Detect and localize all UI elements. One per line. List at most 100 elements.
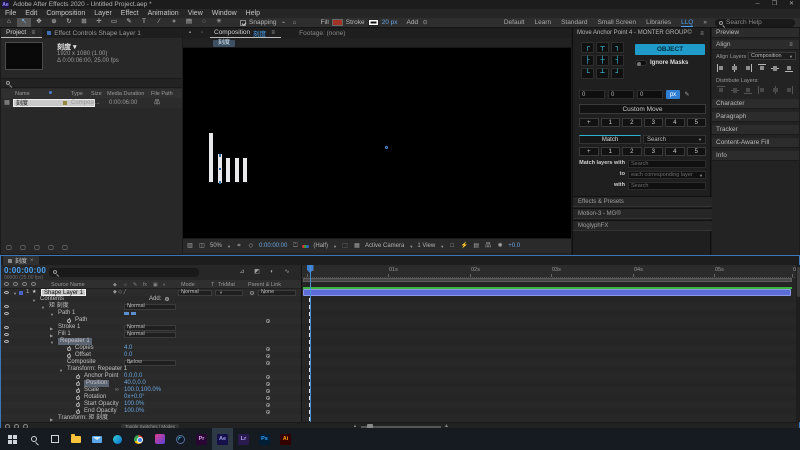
tab-footage[interactable]: Footage: (none) (299, 30, 345, 37)
panel-preview[interactable]: Preview (712, 28, 799, 38)
shape-bar[interactable] (235, 158, 239, 182)
zoom-tool-icon[interactable]: ⊕ (47, 18, 61, 27)
match-layers-input[interactable]: Search (628, 160, 706, 168)
lock-icon[interactable]: ◦ (198, 30, 206, 37)
stopwatch-icon[interactable] (67, 354, 71, 358)
snapshot-icon[interactable]: ⏍ (291, 243, 299, 250)
close-icon[interactable]: × (30, 258, 34, 264)
start-button[interactable] (2, 428, 23, 450)
anchor-position-button-5[interactable]: ┼ (596, 55, 609, 66)
align-center-horizontal-icon[interactable] (731, 64, 739, 72)
stopwatch-icon[interactable] (67, 347, 71, 351)
timeline-row-path[interactable]: Path (1, 317, 301, 324)
property-name[interactable]: Offset (75, 352, 91, 359)
property-name[interactable]: Anchor Point (84, 373, 118, 380)
audio-column-icon[interactable] (13, 282, 18, 286)
column-media-duration[interactable]: Media Duration (107, 91, 144, 97)
frame-blend-icon[interactable]: ◩ (253, 268, 261, 275)
trkmat-select[interactable]: ▼ (215, 290, 243, 296)
add-keyframe-icon[interactable] (266, 410, 270, 414)
shape-bar[interactable] (243, 158, 247, 182)
lightroom[interactable]: Lr (233, 428, 254, 450)
visibility-eye-icon[interactable] (4, 340, 9, 343)
column-mode[interactable]: Mode (181, 282, 195, 288)
mask-visibility-icon[interactable]: ◇ (247, 243, 255, 250)
timeline-row-offset[interactable]: Offset0.0 (1, 352, 301, 359)
mail[interactable] (86, 428, 107, 450)
stopwatch-icon[interactable] (67, 319, 71, 323)
time-ruler[interactable]: 0s01s02s03s04s05s06s (302, 265, 796, 278)
panel-menu-icon[interactable]: ≡ (29, 29, 37, 36)
distribute-right-icon[interactable] (785, 86, 793, 94)
shape-bar[interactable] (226, 158, 230, 182)
eye-column-icon[interactable] (4, 282, 9, 286)
match-quick-button-5[interactable]: 5 (687, 147, 707, 156)
panel-paragraph[interactable]: Paragraph (712, 112, 799, 122)
panel-drawer-icon[interactable]: ▪ (186, 30, 194, 37)
work-area-bar[interactable] (303, 278, 792, 282)
layer-duration-bar[interactable] (303, 289, 791, 296)
timeline-row-copies[interactable]: Copies4.0 (1, 345, 301, 352)
camera-tool-icon[interactable]: ⊞ (77, 18, 91, 27)
parent-select[interactable]: None▼ (258, 290, 296, 296)
timeline-row-fill-1[interactable]: ▶Fill 1Normal▼ (1, 331, 301, 338)
property-name[interactable]: Rotation (84, 394, 106, 401)
property-value[interactable]: 40.0,0.0 (124, 380, 146, 387)
column-file-path[interactable]: File Path (151, 91, 173, 97)
media-encoder[interactable] (170, 428, 191, 450)
snapping-checkbox[interactable] (240, 20, 246, 26)
visibility-eye-icon[interactable] (4, 305, 9, 308)
timeline-scrollbar[interactable] (796, 265, 800, 422)
path-direction-icon[interactable] (124, 312, 129, 315)
visibility-eye-icon[interactable] (4, 291, 9, 294)
zoom-level[interactable]: 50% (210, 243, 222, 249)
switch-column-icon-2[interactable]: ☼ (123, 282, 128, 288)
property-name[interactable]: Scale (84, 387, 99, 394)
panel-motion-3-mg[interactable]: Motion-3 - MG® (573, 208, 712, 219)
new-folder-icon[interactable]: ▢ (33, 244, 41, 251)
align-target-select[interactable]: Composition▼ (748, 52, 796, 60)
flowchart-icon[interactable]: 品 (484, 243, 492, 250)
pan-behind-tool-icon[interactable]: ✛ (92, 18, 106, 27)
stroke-width-value[interactable]: 20 px (382, 19, 398, 26)
close-button[interactable]: ✕ (783, 0, 800, 9)
add-keyframe-icon[interactable] (266, 347, 270, 351)
timeline-search-input[interactable] (49, 268, 199, 277)
menu-help[interactable]: Help (246, 10, 260, 17)
stopwatch-icon[interactable] (76, 410, 80, 414)
camera-select[interactable]: Active Camera (365, 243, 404, 249)
anchor-position-button-4[interactable]: ├ (581, 55, 594, 66)
roto-brush-tool-icon[interactable]: ◌ (197, 18, 211, 27)
stopwatch-icon[interactable] (76, 396, 80, 400)
tag-icon[interactable]: ▢ (19, 244, 27, 251)
property-name[interactable]: Stroke 1 (58, 324, 80, 331)
anchor-position-button-6[interactable]: ┤ (611, 55, 624, 66)
to-dropdown[interactable]: each corresponding layer▼ (628, 171, 706, 179)
selection-handle[interactable] (219, 154, 222, 157)
align-top-icon[interactable] (758, 64, 766, 72)
align-right-icon[interactable] (744, 64, 752, 72)
chrome[interactable] (128, 428, 149, 450)
magnification-icon[interactable]: ◫ (198, 243, 206, 250)
align-bottom-icon[interactable] (785, 64, 793, 72)
view-layout-select[interactable]: 1 View (417, 243, 435, 249)
add-keyframe-icon[interactable] (266, 375, 270, 379)
distribute-bottom-icon[interactable] (744, 86, 752, 94)
maximize-button[interactable]: ❐ (766, 0, 783, 9)
distribute-top-icon[interactable] (717, 86, 725, 94)
add-keyframe-icon[interactable] (266, 396, 270, 400)
menu-animation[interactable]: Animation (148, 10, 179, 17)
rulers-icon[interactable]: ⌗ (235, 243, 243, 250)
column-type[interactable]: Type (71, 91, 83, 97)
photoshop[interactable]: Ps (254, 428, 275, 450)
anchor-position-button-2[interactable]: ┬ (596, 42, 609, 53)
breadcrumb[interactable]: 刻度 (213, 40, 235, 47)
match-quick-button-2[interactable]: 2 (622, 147, 642, 156)
timeline-icon[interactable]: ▤ (472, 243, 480, 250)
property-name[interactable]: Transform: Repeater 1 (67, 366, 127, 373)
taskbar-search[interactable] (23, 428, 44, 450)
property-name[interactable]: Repeater 1 (58, 338, 92, 345)
timeline-row-矩-刻度[interactable]: ▼矩 刻度Normal▼ (1, 303, 301, 310)
anchor-quick-button-3[interactable]: 3 (644, 118, 664, 127)
exposure-value[interactable]: +0.0 (508, 243, 520, 249)
